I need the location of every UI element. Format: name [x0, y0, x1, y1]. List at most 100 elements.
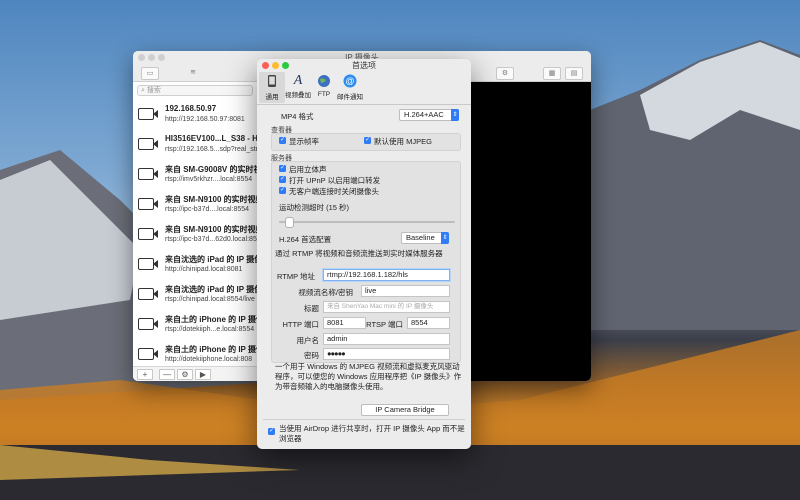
- camera-list-item[interactable]: 来自 SM-G9008V 的实时视 rtsp://imv5rkhzr....loc…: [133, 160, 261, 190]
- default-mjpeg-label: 默认使用 MJPEG: [374, 137, 432, 146]
- camera-list-item[interactable]: 来自 SM-N9100 的实时视频 rtsp://ipc-b37d...62d0.…: [133, 220, 264, 250]
- close-camera-label: 无客户端连接时关闭摄像头: [289, 187, 379, 196]
- prefs-titlebar: 首选项: [257, 59, 471, 72]
- show-fps-checkbox[interactable]: ✓: [279, 137, 286, 144]
- video-camera-icon: [138, 168, 158, 180]
- zoom-dot[interactable]: [282, 62, 289, 69]
- stream-key-label: 视频流名称/密钥: [298, 288, 353, 297]
- settings-button[interactable]: ⚙: [496, 67, 514, 80]
- mp4-label: MP4 格式: [281, 112, 314, 121]
- camera-url: rtsp://ipc-b37d...62d0.local:85: [165, 236, 257, 243]
- camera-list-item[interactable]: 来自沈选的 iPad 的 IP 摄像头 rtsp://chinipad.local…: [133, 280, 270, 310]
- camera-url: rtsp://192.168.5...sdp?real_str: [165, 146, 258, 153]
- sidebar-bottom-bar: + — ⚙ ▶: [133, 366, 257, 381]
- search-placeholder: 搜索: [146, 87, 161, 94]
- tab-general[interactable]: 通用: [259, 72, 285, 103]
- camera-name: 来自 SM-G9008V 的实时视: [165, 165, 262, 174]
- camera-name: 来自 SM-N9100 的实时视频: [165, 225, 264, 234]
- tab-video-overlay[interactable]: A 视频叠加: [285, 72, 311, 103]
- divider: [263, 419, 465, 420]
- close-camera-checkbox[interactable]: ✓: [279, 187, 286, 194]
- video-camera-icon: [138, 228, 158, 240]
- chevron-updown-icon: ⇕: [451, 109, 459, 121]
- tab-ftp[interactable]: FTP: [311, 72, 337, 103]
- add-camera-button[interactable]: +: [137, 369, 153, 380]
- camera-url: http://192.168.50.97:8081: [165, 116, 245, 123]
- preferences-window: 首选项 通用 A 视频叠加 FTP @ 邮件通知 MP4 格式 H.264+AA…: [257, 59, 471, 449]
- http-port-input[interactable]: 8081: [323, 317, 366, 329]
- camera-list-item[interactable]: 来自土的 iPhone 的 IP 摄像头 rtsp://dotekiiph...e…: [133, 310, 272, 340]
- username-input[interactable]: admin: [323, 333, 450, 345]
- mp4-format-select[interactable]: H.264+AAC ⇕: [399, 109, 459, 121]
- play-button[interactable]: ▶: [195, 369, 211, 380]
- slider-knob[interactable]: [285, 217, 294, 228]
- font-icon: A: [293, 73, 303, 88]
- camera-sidebar: ⌕ 搜索 192.168.50.97 http://192.168.50.97:8…: [133, 82, 272, 381]
- title-label: 标题: [304, 304, 319, 313]
- stereo-checkbox[interactable]: ✓: [279, 165, 286, 172]
- bridge-description: 一个用于 Windows 的 MJPEG 视频流和虚拟麦克风驱动程序，可以便您的…: [275, 362, 462, 391]
- video-preview[interactable]: [469, 82, 591, 381]
- http-port-label: HTTP 端口: [282, 320, 319, 329]
- layout-button[interactable]: ▤: [565, 67, 583, 80]
- camera-settings-button[interactable]: ⚙: [177, 369, 193, 380]
- username-label: 用户名: [296, 336, 320, 345]
- camera-name: 来自沈选的 iPad 的 IP 摄像头: [165, 285, 271, 294]
- camera-url: rtsp://imv5rkhzr....local:8554: [165, 176, 253, 183]
- title-input[interactable]: 来自 ShenYao Mac mini 的 IP 摄像头: [323, 301, 450, 313]
- remove-camera-button[interactable]: —: [159, 369, 175, 380]
- search-input[interactable]: ⌕ 搜索: [137, 85, 253, 96]
- video-camera-icon: [138, 108, 158, 120]
- h264-profile-select[interactable]: Baseline ⇕: [401, 232, 449, 244]
- airdrop-checkbox[interactable]: ✓: [268, 428, 275, 435]
- camera-list-item[interactable]: 来自沈选的 iPad 的 IP 摄像 http://chinipad.local:…: [133, 250, 262, 280]
- motion-timeout-slider[interactable]: [279, 221, 455, 223]
- camera-name: 来自 SM-N9100 的实时视频: [165, 195, 264, 204]
- rtmp-description: 通过 RTMP 将视频和音频流推送到实时媒体服务器: [275, 249, 443, 258]
- password-input[interactable]: ●●●●●: [323, 348, 450, 360]
- h264-label: H.264 首选配置: [279, 235, 332, 244]
- rtsp-port-input[interactable]: 8554: [407, 317, 450, 329]
- h264-profile-value: Baseline: [406, 233, 435, 242]
- password-label: 密码: [304, 351, 319, 360]
- rtmp-url-input[interactable]: rtmp://192.168.1.182/hls: [323, 269, 450, 281]
- camera-name: 192.168.50.97: [165, 104, 217, 113]
- close-dot[interactable]: [262, 62, 269, 69]
- camera-name: 来自沈选的 iPad 的 IP 摄像: [165, 255, 263, 264]
- camera-list-item[interactable]: 来自 SM-N9100 的实时视频 rtsp://ipc-b37d....loca…: [133, 190, 264, 220]
- stream-key-input[interactable]: live: [361, 285, 450, 297]
- show-fps-label: 显示帧率: [289, 137, 319, 146]
- upnp-checkbox[interactable]: ✓: [279, 176, 286, 183]
- wifi-icon[interactable]: ≋: [185, 67, 201, 78]
- tab-label: 邮件通知: [337, 94, 363, 101]
- qr-button[interactable]: ▦: [543, 67, 561, 80]
- tab-label: 通用: [265, 94, 279, 101]
- prefs-title: 首选项: [352, 61, 376, 70]
- globe-icon: [318, 75, 330, 87]
- camera-list-item[interactable]: 192.168.50.97 http://192.168.50.97:8081: [133, 100, 257, 130]
- upnp-label: 打开 UPnP 以启用端口转发: [289, 176, 381, 185]
- camera-url: http://chinipad.local:8081: [165, 266, 243, 273]
- svg-text:@: @: [345, 76, 354, 86]
- close-dot[interactable]: [138, 54, 145, 61]
- sidebar-toggle-button[interactable]: ▭: [141, 67, 159, 80]
- prefs-tabs: 通用 A 视频叠加 FTP @ 邮件通知: [257, 72, 471, 105]
- rtsp-port-label: RTSP 端口: [366, 320, 403, 329]
- camera-list-item[interactable]: HI3516EV100...L_S38 - H rtsp://192.168.5.…: [133, 130, 258, 160]
- tab-email[interactable]: @ 邮件通知: [337, 72, 363, 103]
- default-mjpeg-checkbox[interactable]: ✓: [364, 137, 371, 144]
- mp4-format-value: H.264+AAC: [404, 110, 444, 119]
- chevron-updown-icon: ⇕: [441, 232, 449, 244]
- minimize-dot[interactable]: [148, 54, 155, 61]
- camera-name: HI3516EV100...L_S38 - H: [165, 134, 258, 143]
- video-camera-icon: [138, 258, 158, 270]
- zoom-dot[interactable]: [158, 54, 165, 61]
- camera-url: http://dotekiiphone.local:808: [165, 356, 253, 363]
- minimize-dot[interactable]: [272, 62, 279, 69]
- rtmp-label: RTMP 地址: [277, 272, 316, 281]
- camera-name: 来自土的 iPhone 的 IP 摄像头: [165, 315, 272, 324]
- ip-camera-bridge-button[interactable]: IP Camera Bridge: [361, 404, 449, 416]
- camera-url: rtsp://ipc-b37d....local:8554: [165, 206, 250, 213]
- motion-timeout-label: 运动检测超时 (15 秒): [279, 203, 350, 212]
- camera-name: 来自土的 iPhone 的 IP 摄像头: [165, 345, 272, 354]
